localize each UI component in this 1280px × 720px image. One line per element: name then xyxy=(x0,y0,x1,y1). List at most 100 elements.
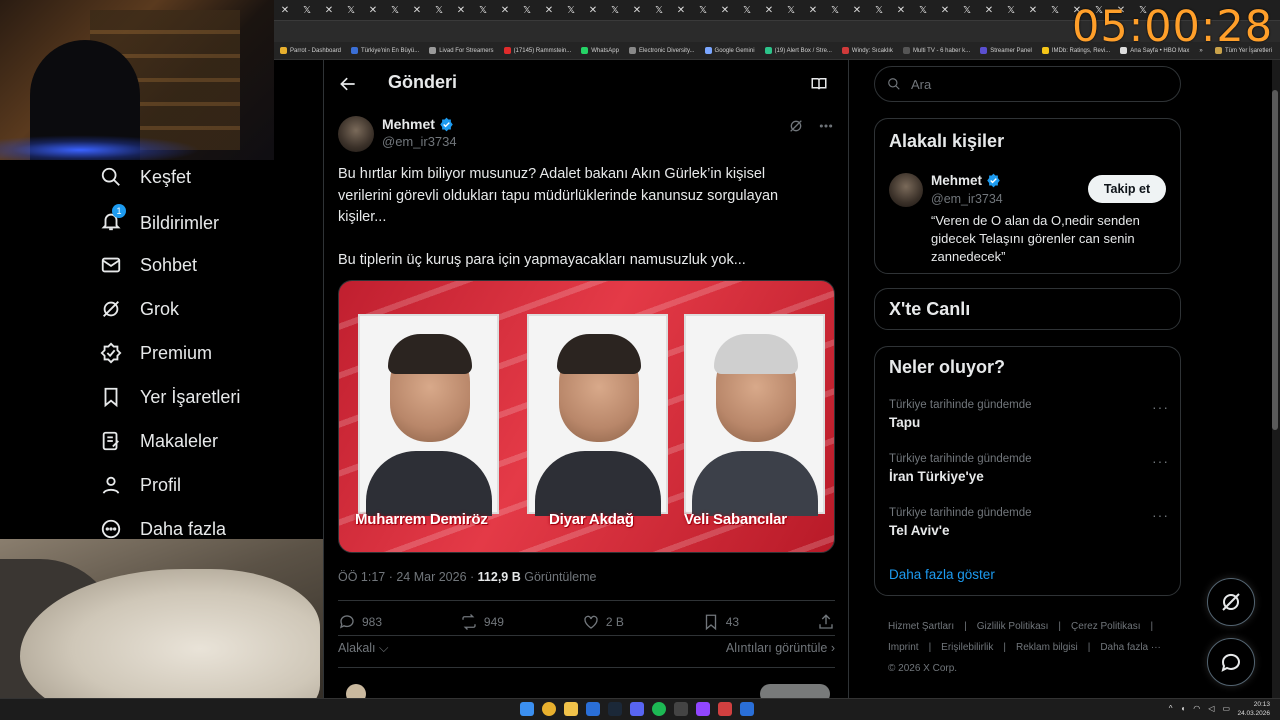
like-button[interactable]: 2 B xyxy=(582,613,624,631)
repost-button[interactable]: 949 xyxy=(460,613,504,631)
app-icon[interactable] xyxy=(674,702,688,716)
post-author[interactable]: Mehmet @em_ir3734 xyxy=(338,116,457,152)
bookmark-item[interactable]: Streamer Panel xyxy=(980,47,1032,54)
bookmark-item[interactable]: Parrot - Dashboard xyxy=(280,47,341,54)
tab-favicon-x-icon[interactable]: 𝕏 xyxy=(340,5,362,16)
tab-close-icon[interactable]: ✕ xyxy=(670,5,692,16)
wifi-icon[interactable]: ◠ xyxy=(1193,704,1200,713)
view-quotes-link[interactable]: Alıntıları görüntüle › xyxy=(726,641,835,656)
show-more-link[interactable]: Daha fazla göster xyxy=(889,567,995,582)
reply-button[interactable]: 983 xyxy=(338,613,382,631)
app-icon[interactable] xyxy=(740,702,754,716)
battery-icon[interactable]: ▭ xyxy=(1222,704,1230,713)
footer-link[interactable]: Erişilebilirlik xyxy=(941,642,993,653)
bookmark-item[interactable]: (19) Alert Box / Stre... xyxy=(764,47,832,54)
more-options-icon[interactable]: ··· xyxy=(1152,399,1169,415)
volume-icon[interactable]: ◁ xyxy=(1208,704,1214,713)
tab-favicon-x-icon[interactable]: 𝕏 xyxy=(692,5,714,16)
nav-item-messages[interactable]: Sohbet xyxy=(100,254,197,276)
tab-favicon-x-icon[interactable]: 𝕏 xyxy=(384,5,406,16)
follow-button[interactable]: Takip et xyxy=(1088,175,1166,203)
grok-icon[interactable] xyxy=(788,118,804,134)
tab-close-icon[interactable]: ✕ xyxy=(538,5,560,16)
nav-item-bookmarks[interactable]: Yer İşaretleri xyxy=(100,386,240,408)
tab-favicon-x-icon[interactable]: 𝕏 xyxy=(912,5,934,16)
nav-item-premium[interactable]: Premium xyxy=(100,342,212,364)
bookmark-item[interactable]: Multi TV - 6 haber k... xyxy=(902,47,970,54)
nav-item-profile[interactable]: Profil xyxy=(100,474,181,496)
tab-favicon-x-icon[interactable]: 𝕏 xyxy=(516,5,538,16)
footer-link[interactable]: Gizlilik Politikası xyxy=(977,621,1049,632)
tab-close-icon[interactable]: ✕ xyxy=(582,5,604,16)
bookmark-item[interactable]: WhatsApp xyxy=(581,47,619,54)
bookmark-item[interactable]: Windy: Sıcaklık xyxy=(841,47,893,54)
tab-favicon-x-icon[interactable]: 𝕏 xyxy=(824,5,846,16)
trend-item[interactable]: Türkiye tarihinde gündemde Tel Aviv'e ··… xyxy=(889,507,1169,538)
tab-favicon-x-icon[interactable]: 𝕏 xyxy=(648,5,670,16)
avatar[interactable] xyxy=(338,116,374,152)
microphone-icon[interactable]: ◖ xyxy=(1180,704,1185,713)
tab-close-icon[interactable]: ✕ xyxy=(758,5,780,16)
tab-favicon-x-icon[interactable]: 𝕏 xyxy=(560,5,582,16)
taskbar-clock[interactable]: 20:13 24.03.2026 xyxy=(1237,700,1270,718)
footer-link[interactable]: Hizmet Şartları xyxy=(888,621,954,632)
tab-close-icon[interactable]: ✕ xyxy=(978,5,1000,16)
messages-fab-button[interactable] xyxy=(1207,638,1255,686)
post-timestamp[interactable]: ÖÖ 1:17 · 24 Mar 2026 · xyxy=(338,570,478,584)
search-input[interactable] xyxy=(911,76,1151,92)
tab-favicon-x-icon[interactable]: 𝕏 xyxy=(1000,5,1022,16)
tab-close-icon[interactable]: ✕ xyxy=(934,5,956,16)
tab-favicon-x-icon[interactable]: 𝕏 xyxy=(736,5,758,16)
avatar[interactable] xyxy=(889,173,923,207)
nav-item-grok[interactable]: Grok xyxy=(100,298,179,320)
related-handle[interactable]: @em_ir3734 xyxy=(931,192,1003,206)
post-image[interactable]: Muharrem Demiröz Diyar Akdağ Veli Sabanc… xyxy=(338,280,835,553)
tab-close-icon[interactable]: ✕ xyxy=(1022,5,1044,16)
tab-favicon-x-icon[interactable]: 𝕏 xyxy=(956,5,978,16)
tab-favicon-x-icon[interactable]: 𝕏 xyxy=(604,5,626,16)
tab-favicon-x-icon[interactable]: 𝕏 xyxy=(780,5,802,16)
discord-icon[interactable] xyxy=(630,702,644,716)
tab-close-icon[interactable]: ✕ xyxy=(802,5,824,16)
chevron-up-icon[interactable]: ^ xyxy=(1169,704,1173,713)
twitch-icon[interactable] xyxy=(696,702,710,716)
tab-close-icon[interactable]: ✕ xyxy=(494,5,516,16)
tab-favicon-x-icon[interactable]: 𝕏 xyxy=(472,5,494,16)
tab-close-icon[interactable]: ✕ xyxy=(626,5,648,16)
footer-link[interactable]: Imprint xyxy=(888,642,919,653)
footer-more-link[interactable]: Daha fazla ··· xyxy=(1100,642,1161,653)
app-icon[interactable] xyxy=(718,702,732,716)
tab-favicon-x-icon[interactable]: 𝕏 xyxy=(296,5,318,16)
more-options-icon[interactable] xyxy=(818,118,834,134)
bookmark-item[interactable]: Türkiye'nin En Büyü... xyxy=(351,47,419,54)
nav-item-articles[interactable]: Makaleler xyxy=(100,430,218,452)
footer-link[interactable]: Reklam bilgisi xyxy=(1016,642,1078,653)
footer-link[interactable]: Çerez Politikası xyxy=(1071,621,1140,632)
nav-item-more[interactable]: Daha fazla xyxy=(100,518,226,540)
scrollbar-thumb[interactable] xyxy=(1272,90,1278,430)
tab-close-icon[interactable]: ✕ xyxy=(362,5,384,16)
bookmark-item[interactable]: Google Gemini xyxy=(704,47,755,54)
tab-favicon-x-icon[interactable]: 𝕏 xyxy=(868,5,890,16)
back-arrow-icon[interactable] xyxy=(338,74,358,94)
bookmark-item[interactable]: (17145) Rammstein... xyxy=(503,47,571,54)
grok-fab-button[interactable] xyxy=(1207,578,1255,626)
file-explorer-icon[interactable] xyxy=(564,702,578,716)
tab-close-icon[interactable]: ✕ xyxy=(890,5,912,16)
tab-close-icon[interactable]: ✕ xyxy=(846,5,868,16)
bookmark-button[interactable]: 43 xyxy=(702,613,739,631)
tab-close-icon[interactable]: ✕ xyxy=(274,5,296,16)
more-options-icon[interactable]: ··· xyxy=(1152,453,1169,469)
more-options-icon[interactable]: ··· xyxy=(1152,507,1169,523)
tab-close-icon[interactable]: ✕ xyxy=(450,5,472,16)
scrollbar[interactable] xyxy=(1272,60,1280,698)
tab-close-icon[interactable]: ✕ xyxy=(714,5,736,16)
trend-item[interactable]: Türkiye tarihinde gündemde Tapu ··· xyxy=(889,399,1169,430)
chrome-icon[interactable] xyxy=(542,702,556,716)
tab-close-icon[interactable]: ✕ xyxy=(318,5,340,16)
author-name[interactable]: Mehmet xyxy=(382,116,435,132)
tab-favicon-x-icon[interactable]: 𝕏 xyxy=(1044,5,1066,16)
tab-close-icon[interactable]: ✕ xyxy=(406,5,428,16)
spotify-icon[interactable] xyxy=(652,702,666,716)
share-button[interactable] xyxy=(817,613,835,631)
